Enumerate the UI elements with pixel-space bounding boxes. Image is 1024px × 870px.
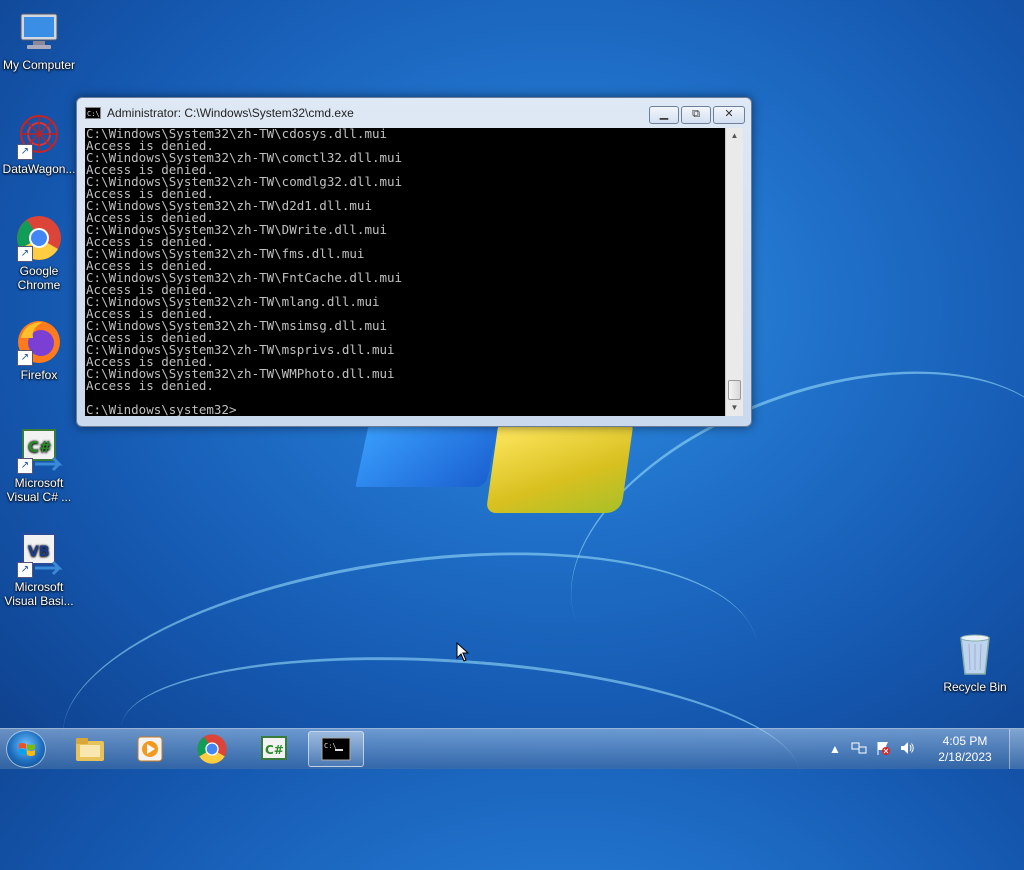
clock-date: 2/18/2023 <box>938 750 992 764</box>
chrome-icon <box>197 734 227 764</box>
chrome-icon: ↗ <box>15 214 63 262</box>
desktop-icon-google-chrome[interactable]: ↗ Google Chrome <box>0 214 78 292</box>
visual-basic-icon: VB ↗ <box>15 530 63 578</box>
show-hidden-icons-icon[interactable]: ▲ <box>826 740 844 758</box>
svg-text:C#: C# <box>28 438 52 456</box>
window-controls: ▁ ⧉ ✕ <box>649 106 745 124</box>
start-button[interactable] <box>6 730 46 768</box>
network-icon[interactable] <box>850 740 868 758</box>
desktop-icon-recycle-bin[interactable]: Recycle Bin <box>936 630 1014 694</box>
cmd-icon: C:\ <box>321 737 351 761</box>
desktop-icon-label: Firefox <box>20 368 58 382</box>
cmd-window[interactable]: C:\ Administrator: C:\Windows\System32\c… <box>76 97 752 427</box>
console-text: C:\Windows\System32\zh-TW\cdosys.dll.mui… <box>86 128 403 416</box>
console-output[interactable]: C:\Windows\System32\zh-TW\cdosys.dll.mui… <box>85 128 725 416</box>
system-tray: ▲ 4:05 PM 2/18/2023 <box>823 729 1024 769</box>
taskbar-explorer[interactable] <box>62 731 118 767</box>
minimize-button[interactable]: ▁ <box>649 106 679 124</box>
restore-icon: ⧉ <box>692 108 700 120</box>
desktop-icon-label: My Computer <box>2 58 76 72</box>
windows-logo-icon <box>19 743 35 756</box>
minimize-icon: ▁ <box>659 108 669 120</box>
desktop-icon-label: Google Chrome <box>17 264 61 292</box>
close-icon: ✕ <box>724 108 734 120</box>
taskbar-visual-csharp[interactable]: C# <box>246 731 302 767</box>
taskbar-chrome[interactable] <box>184 731 240 767</box>
cmd-icon: C:\ <box>85 107 101 119</box>
desktop-icon-visual-basic[interactable]: VB ↗ Microsoft Visual Basi... <box>0 530 78 608</box>
svg-text:C:\: C:\ <box>324 742 337 750</box>
desktop-icon-label: Recycle Bin <box>943 680 1007 694</box>
firefox-icon: ↗ <box>15 318 63 366</box>
scroll-down-arrow-icon[interactable]: ▼ <box>726 400 743 416</box>
visual-csharp-icon: C# ↗ <box>15 426 63 474</box>
scroll-thumb[interactable] <box>728 380 741 400</box>
taskbar-media-player[interactable] <box>122 731 178 767</box>
shortcut-arrow-icon: ↗ <box>17 144 33 160</box>
scroll-up-arrow-icon[interactable]: ▲ <box>726 128 743 144</box>
restore-button[interactable]: ⧉ <box>681 106 711 124</box>
recycle-bin-icon <box>951 630 999 678</box>
taskbar-cmd[interactable]: C:\ <box>308 731 364 767</box>
taskbar: C# C:\ ▲ 4:05 PM 2/18/2023 <box>0 728 1024 769</box>
shortcut-arrow-icon: ↗ <box>17 246 33 262</box>
window-titlebar[interactable]: C:\ Administrator: C:\Windows\System32\c… <box>85 104 354 122</box>
media-player-icon <box>137 736 163 762</box>
desktop-icon-my-computer[interactable]: My Computer <box>0 8 78 72</box>
datawagon-icon: ↗ <box>15 112 63 160</box>
wallpaper-logo-yellow <box>485 425 634 513</box>
folder-icon <box>76 738 104 761</box>
visual-csharp-icon: C# <box>261 736 287 760</box>
close-button[interactable]: ✕ <box>713 106 745 124</box>
show-desktop-button[interactable] <box>1009 729 1024 769</box>
mouse-cursor-icon <box>456 642 470 662</box>
svg-text:C#: C# <box>265 743 284 757</box>
volume-icon[interactable] <box>898 740 916 758</box>
wallpaper-logo-blue <box>355 425 499 487</box>
svg-text:VB: VB <box>28 544 50 560</box>
desktop-icon-firefox[interactable]: ↗ Firefox <box>0 318 78 382</box>
action-center-flag-icon[interactable] <box>874 740 892 758</box>
shortcut-arrow-icon: ↗ <box>17 458 33 474</box>
vertical-scrollbar[interactable]: ▲ ▼ <box>725 128 743 416</box>
clock-time: 4:05 PM <box>942 734 988 748</box>
desktop-icon-label: Microsoft Visual Basi... <box>4 580 74 608</box>
computer-icon <box>15 8 63 56</box>
shortcut-arrow-icon: ↗ <box>17 350 33 366</box>
window-title: Administrator: C:\Windows\System32\cmd.e… <box>107 106 354 120</box>
desktop-icon-label: Microsoft Visual C# ... <box>6 476 72 504</box>
desktop-icon-datawagon[interactable]: ↗ DataWagon... <box>0 112 78 176</box>
shortcut-arrow-icon: ↗ <box>17 562 33 578</box>
desktop-icon-label: DataWagon... <box>2 162 76 176</box>
taskbar-clock[interactable]: 4:05 PM 2/18/2023 <box>925 733 1005 765</box>
desktop-icon-visual-csharp[interactable]: C# ↗ Microsoft Visual C# ... <box>0 426 78 504</box>
